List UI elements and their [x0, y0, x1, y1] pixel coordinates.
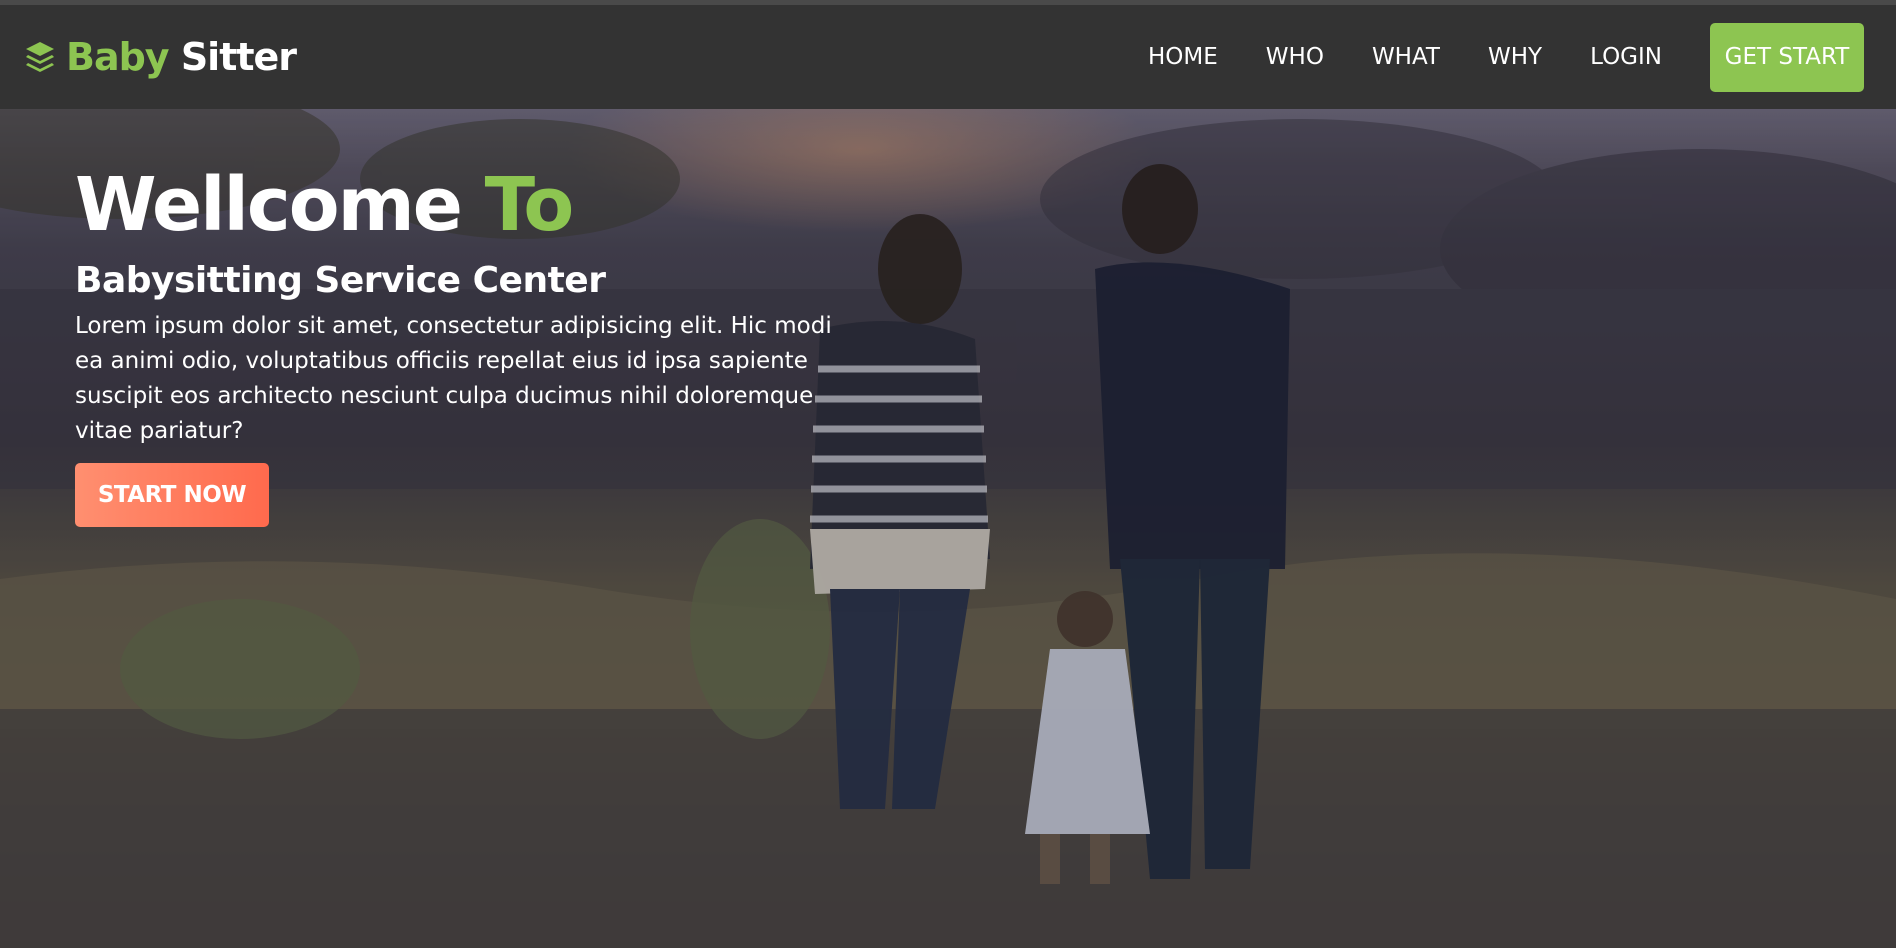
nav-item-home[interactable]: HOME [1148, 44, 1218, 70]
hero-description: Lorem ipsum dolor sit amet, consectetur … [75, 312, 832, 444]
nav-item-what[interactable]: WHAT [1372, 44, 1440, 70]
hero-title-accent: To [484, 162, 574, 248]
hero-title-main: Wellcome [75, 162, 463, 248]
main-nav: HOME WHO WHAT WHY LOGIN GET START [1148, 22, 1864, 92]
stacked-layers-icon [24, 40, 56, 74]
start-now-button[interactable]: START NOW [75, 462, 269, 527]
brand-name-part2: Sitter [180, 35, 297, 79]
nav-item-login[interactable]: LOGIN [1590, 44, 1662, 70]
get-start-button[interactable]: GET START [1710, 22, 1864, 92]
hero-section: Wellcome To Babysitting Service Center L… [0, 109, 1896, 948]
hero-content: Wellcome To Babysitting Service Center L… [75, 159, 865, 527]
nav-item-why[interactable]: WHY [1488, 44, 1542, 70]
hero-title: Wellcome To [75, 159, 865, 252]
hero-subtitle: Babysitting Service Center [75, 259, 606, 301]
navbar: Baby Sitter HOME WHO WHAT WHY LOGIN GET … [0, 5, 1896, 109]
brand-name: Baby Sitter [66, 35, 297, 79]
brand-name-part1: Baby [66, 35, 170, 79]
brand-logo[interactable]: Baby Sitter [24, 35, 297, 79]
nav-item-who[interactable]: WHO [1266, 44, 1324, 70]
